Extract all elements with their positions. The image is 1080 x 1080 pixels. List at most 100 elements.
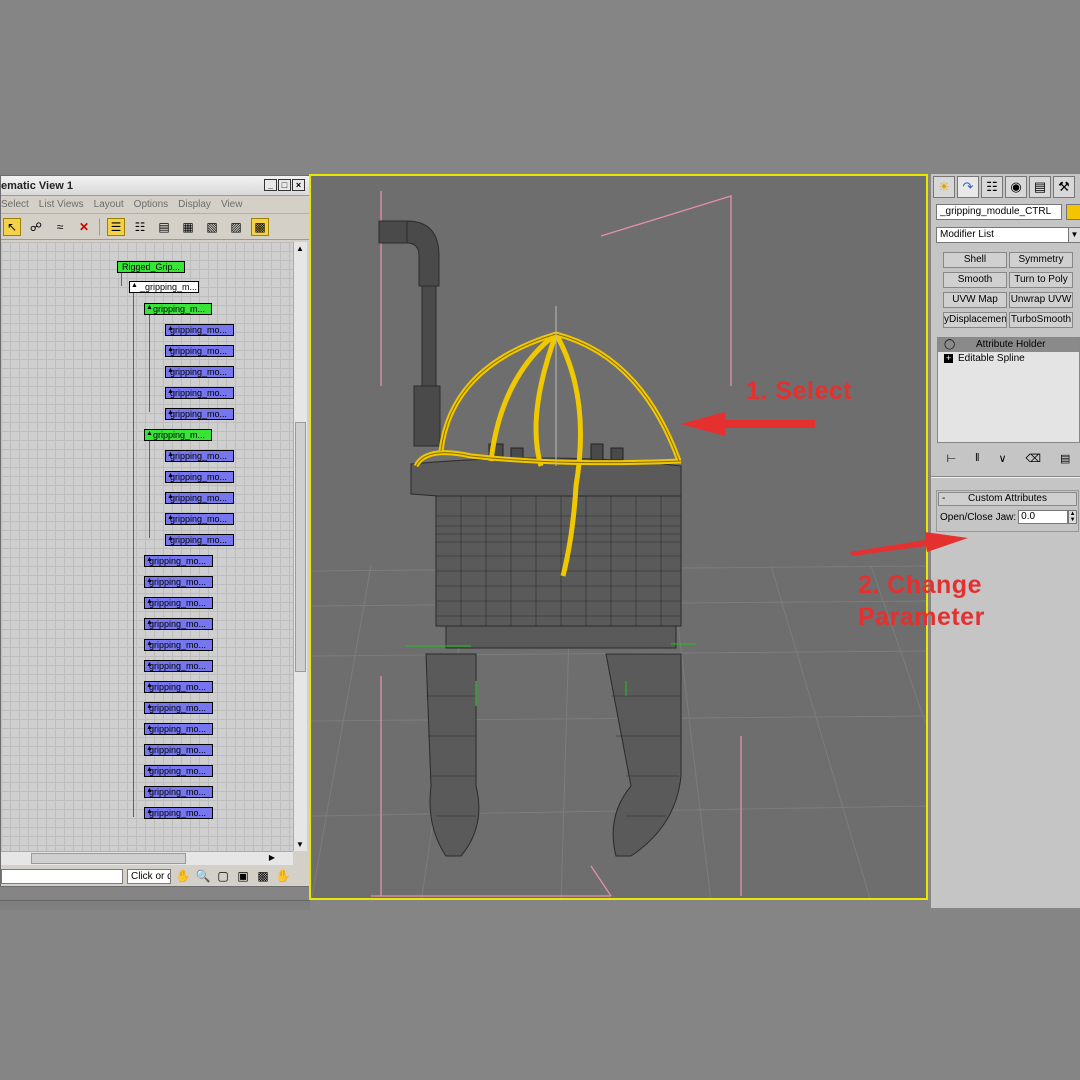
lightbulb-icon[interactable]: ◯ bbox=[944, 338, 955, 352]
shell-button[interactable]: Shell bbox=[943, 252, 1007, 268]
modify-tab-icon[interactable]: ↷ bbox=[957, 176, 979, 198]
schematic-node-lower[interactable]: ▲ gripping_mo... bbox=[144, 639, 213, 651]
make-unique-icon[interactable]: ∨ bbox=[999, 452, 1007, 465]
delete-icon[interactable]: ✕ bbox=[75, 218, 93, 236]
expand-icon[interactable]: ▧ bbox=[203, 218, 221, 236]
schematic-node-ctrl[interactable]: ▲ _gripping_m... bbox=[129, 281, 199, 293]
schematic-menubar: Select List Views Layout Options Display… bbox=[1, 196, 309, 214]
stack-item-editable-spline[interactable]: + Editable Spline bbox=[938, 352, 1079, 365]
schematic-node-lower[interactable]: ▲ gripping_mo... bbox=[144, 597, 213, 609]
uvw-map-button[interactable]: UVW Map bbox=[943, 292, 1007, 308]
node-arrow-icon: ▲ bbox=[146, 703, 153, 710]
spinner-arrows-icon[interactable]: ▲ ▼ bbox=[1068, 510, 1078, 524]
schematic-node-lower[interactable]: ▲ gripping_mo... bbox=[144, 723, 213, 735]
schematic-node-lower[interactable]: ▲ gripping_mo... bbox=[144, 660, 213, 672]
annotation-step1: 1. Select bbox=[746, 377, 852, 405]
utilities-tab-icon[interactable]: ⚒ bbox=[1053, 176, 1075, 198]
schematic-canvas[interactable]: Rigged_Grip... ▲ _gripping_m... ▲ gripping… bbox=[1, 242, 293, 851]
schematic-node-lower[interactable]: ▲ gripping_mo... bbox=[144, 807, 213, 819]
schematic-node-item[interactable]: ▲ gripping_mo... bbox=[165, 513, 234, 525]
turbosmooth-button[interactable]: TurboSmooth bbox=[1009, 312, 1073, 328]
references-mode-icon[interactable]: ☷ bbox=[131, 218, 149, 236]
schematic-search-field[interactable] bbox=[1, 868, 123, 884]
schematic-node-item[interactable]: ▲ gripping_mo... bbox=[165, 450, 234, 462]
displacement-button[interactable]: yDisplacement bbox=[943, 312, 1007, 328]
schematic-node-lower[interactable]: ▲ gripping_mo... bbox=[144, 555, 213, 567]
hierarchy-tab-icon[interactable]: ☷ bbox=[981, 176, 1003, 198]
collapse-icon[interactable]: ▨ bbox=[227, 218, 245, 236]
schematic-node-root[interactable]: Rigged_Grip... bbox=[117, 261, 185, 273]
pin-stack-icon[interactable]: ⊢ bbox=[946, 452, 956, 465]
scroll-right-icon[interactable]: ▶ bbox=[269, 853, 275, 862]
object-name-field[interactable]: _gripping_module_CTRL bbox=[936, 204, 1062, 220]
schematic-node-item[interactable]: ▲ gripping_mo... bbox=[165, 366, 234, 378]
object-color-swatch[interactable] bbox=[1066, 204, 1080, 220]
scroll-up-icon[interactable]: ▲ bbox=[296, 244, 304, 253]
align-center-icon[interactable]: ▦ bbox=[179, 218, 197, 236]
schematic-node-item[interactable]: ▲ gripping_mo... bbox=[165, 471, 234, 483]
scroll-down-icon[interactable]: ▼ bbox=[296, 840, 304, 849]
menu-layout[interactable]: Layout bbox=[94, 199, 124, 210]
menu-display[interactable]: Display bbox=[178, 199, 211, 210]
node-arrow-icon: ▲ bbox=[146, 556, 153, 563]
create-tab-icon[interactable]: ☀ bbox=[933, 176, 955, 198]
rollout-header[interactable]: - Custom Attributes bbox=[938, 492, 1077, 506]
select-arrow-icon[interactable]: ↖ bbox=[3, 217, 21, 236]
schematic-node-lower[interactable]: ▲ gripping_mo... bbox=[144, 618, 213, 630]
schematic-node-item[interactable]: ▲ gripping_mo... bbox=[165, 324, 234, 336]
schematic-node-lower[interactable]: ▲ gripping_mo... bbox=[144, 576, 213, 588]
arrange-icon[interactable]: ▩ bbox=[251, 217, 269, 236]
display-tab-icon[interactable]: ▤ bbox=[1029, 176, 1051, 198]
schematic-node-lower[interactable]: ▲ gripping_mo... bbox=[144, 786, 213, 798]
show-end-result-icon[interactable]: ‖ bbox=[975, 452, 980, 464]
menu-options[interactable]: Options bbox=[134, 199, 168, 210]
zoom-selected-icon[interactable]: ▩ bbox=[255, 869, 271, 883]
pan-hand-icon[interactable]: ✋ bbox=[175, 869, 191, 883]
close-button[interactable]: × bbox=[292, 179, 305, 191]
symmetry-button[interactable]: Symmetry bbox=[1009, 252, 1073, 268]
remove-modifier-icon[interactable]: ⌫ bbox=[1026, 452, 1042, 465]
hierarchy-mode-icon[interactable]: ☰ bbox=[107, 217, 125, 236]
schematic-node-item[interactable]: ▲ gripping_mo... bbox=[165, 408, 234, 420]
smooth-button[interactable]: Smooth bbox=[943, 272, 1007, 288]
schematic-node-item[interactable]: ▲ gripping_mo... bbox=[165, 345, 234, 357]
perspective-viewport[interactable] bbox=[309, 174, 928, 900]
open-close-jaw-spinner[interactable]: 0.0 bbox=[1018, 510, 1069, 524]
unwrap-uvw-button[interactable]: Unwrap UVW bbox=[1009, 292, 1073, 308]
unlink-icon[interactable]: ≈ bbox=[51, 218, 69, 236]
minimize-button[interactable]: _ bbox=[264, 179, 277, 191]
schematic-node-group[interactable]: ▲ gripping_m... bbox=[144, 429, 212, 441]
menu-select[interactable]: Select bbox=[1, 199, 29, 210]
menu-list-views[interactable]: List Views bbox=[39, 199, 84, 210]
schematic-node-item[interactable]: ▲ gripping_mo... bbox=[165, 534, 234, 546]
pan-to-selected-icon[interactable]: ✋ bbox=[275, 869, 291, 883]
motion-tab-icon[interactable]: ◉ bbox=[1005, 176, 1027, 198]
configure-modifier-sets-icon[interactable]: ▤ bbox=[1060, 452, 1070, 465]
schematic-node-group[interactable]: ▲ gripping_m... bbox=[144, 303, 212, 315]
turn-to-poly-button[interactable]: Turn to Poly bbox=[1009, 272, 1073, 288]
scroll-thumb[interactable] bbox=[31, 853, 186, 864]
schematic-node-lower[interactable]: ▲ gripping_mo... bbox=[144, 681, 213, 693]
viewport-scene bbox=[311, 191, 926, 898]
schematic-node-lower[interactable]: ▲ gripping_mo... bbox=[144, 744, 213, 756]
schematic-horizontal-scrollbar[interactable]: ▶ bbox=[1, 851, 293, 865]
schematic-node-item[interactable]: ▲ gripping_mo... bbox=[165, 492, 234, 504]
zoom-icon[interactable]: 🔍 bbox=[195, 869, 211, 883]
modifier-list-dropdown[interactable]: Modifier List ▼ bbox=[936, 227, 1080, 243]
link-icon[interactable]: ☍ bbox=[27, 218, 45, 236]
align-left-icon[interactable]: ▤ bbox=[155, 218, 173, 236]
expand-plus-icon[interactable]: + bbox=[944, 354, 953, 363]
maximize-button[interactable]: □ bbox=[278, 179, 291, 191]
schematic-node-lower[interactable]: ▲ gripping_mo... bbox=[144, 702, 213, 714]
node-arrow-icon: ▲ bbox=[167, 409, 174, 416]
zoom-extents-icon[interactable]: ▣ bbox=[235, 869, 251, 883]
node-arrow-icon: ▲ bbox=[146, 808, 153, 815]
schematic-node-item[interactable]: ▲ gripping_mo... bbox=[165, 387, 234, 399]
stack-item-attribute-holder[interactable]: ◯ Attribute Holder bbox=[938, 338, 1079, 352]
schematic-node-lower[interactable]: ▲ gripping_mo... bbox=[144, 765, 213, 777]
menu-view[interactable]: View bbox=[221, 199, 243, 210]
schematic-titlebar[interactable]: ematic View 1 _ □ × bbox=[1, 176, 309, 196]
schematic-vertical-scrollbar[interactable]: ▲ ▼ bbox=[293, 242, 307, 851]
scroll-thumb[interactable] bbox=[295, 422, 306, 672]
zoom-region-icon[interactable]: ▢ bbox=[215, 869, 231, 883]
